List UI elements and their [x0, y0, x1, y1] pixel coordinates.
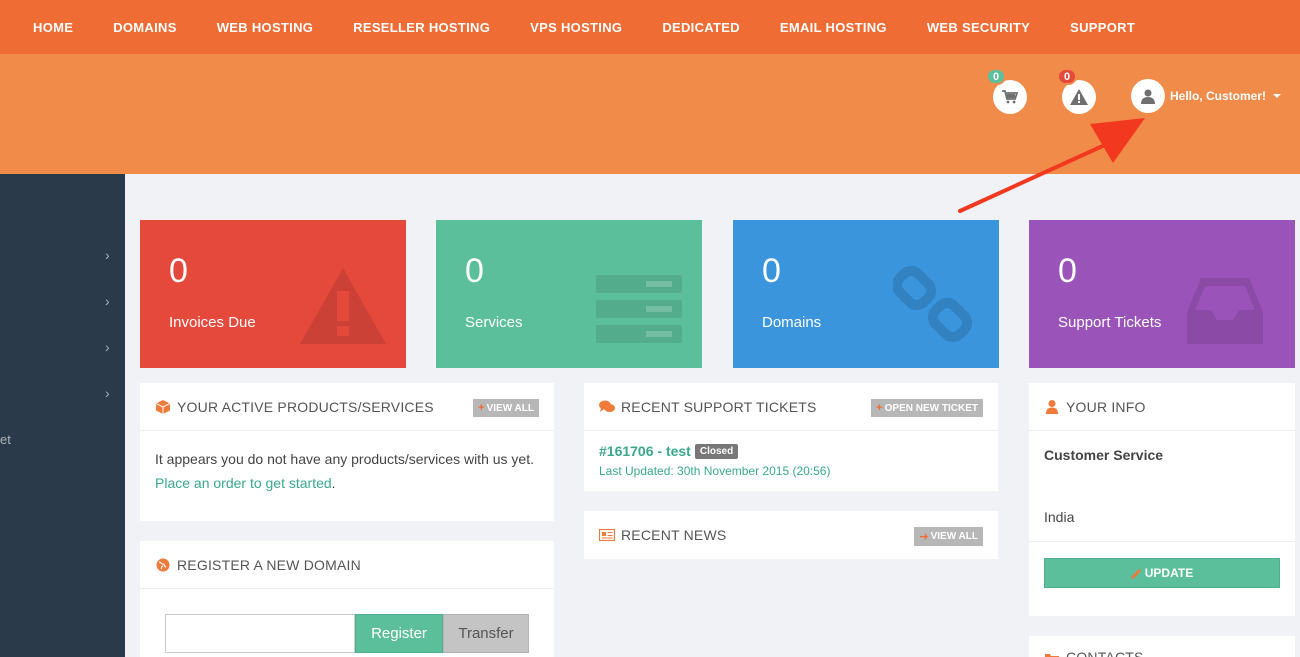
header-bar: 0 0 Hello, Customer! — [0, 54, 1300, 174]
cart-count-badge: 0 — [986, 68, 1007, 85]
newspaper-icon — [599, 529, 615, 541]
main-content: 0 Invoices Due 0 Services 0 Domains 0 Su… — [125, 174, 1300, 657]
tile-label: Domains — [762, 314, 822, 331]
transfer-button[interactable]: Transfer — [443, 614, 529, 653]
recent-news-panel: RECENT NEWS ➔ VIEW ALL — [584, 511, 998, 559]
tile-value: 0 — [762, 252, 781, 290]
nav-dedicated[interactable]: DEDICATED — [662, 20, 740, 35]
cube-icon — [155, 399, 171, 414]
button-label: VIEW ALL — [930, 531, 978, 542]
tile-value: 0 — [1058, 252, 1077, 290]
panel-title: CONTACTS — [1066, 649, 1144, 657]
panel-title: YOUR ACTIVE PRODUCTS/SERVICES — [177, 398, 434, 415]
inbox-icon — [1187, 278, 1263, 344]
tile-label: Support Tickets — [1058, 314, 1162, 331]
support-tickets-tile[interactable]: 0 Support Tickets — [1029, 220, 1295, 368]
domain-input[interactable] — [165, 614, 355, 653]
nav-reseller-hosting[interactable]: RESELLER HOSTING — [353, 20, 490, 35]
tile-label: Services — [465, 314, 523, 331]
nav-web-security[interactable]: WEB SECURITY — [927, 20, 1030, 35]
button-label: VIEW ALL — [486, 402, 534, 414]
ticket-last-updated: Last Updated: 30th November 2015 (20:56) — [599, 464, 831, 478]
ticket-link[interactable]: #161706 - test — [599, 443, 691, 459]
products-panel: YOUR ACTIVE PRODUCTS/SERVICES + VIEW ALL… — [140, 383, 554, 521]
nav-web-hosting[interactable]: WEB HOSTING — [217, 20, 313, 35]
panel-footer: UPDATE — [1029, 541, 1295, 604]
services-tile[interactable]: 0 Services — [436, 220, 702, 368]
panel-title: REGISTER A NEW DOMAIN — [177, 556, 361, 573]
register-button[interactable]: Register — [355, 614, 443, 653]
your-info-panel: YOUR INFO Customer Service India UPDATE — [1029, 383, 1295, 616]
open-new-ticket-button[interactable]: + OPEN NEW TICKET — [871, 399, 983, 417]
top-nav: HOME DOMAINS WEB HOSTING RESELLER HOSTIN… — [0, 0, 1300, 54]
tile-value: 0 — [169, 252, 188, 290]
status-badge: Closed — [694, 443, 739, 459]
register-domain-panel: REGISTER A NEW DOMAIN Register Transfer — [140, 541, 554, 657]
message-text: It appears you do not have any products/… — [155, 451, 534, 467]
panel-title: YOUR INFO — [1066, 398, 1146, 415]
nav-email-hosting[interactable]: EMAIL HOSTING — [780, 20, 887, 35]
panel-header: REGISTER A NEW DOMAIN — [140, 541, 554, 589]
alerts-count-badge: 0 — [1057, 68, 1078, 85]
nav-support[interactable]: SUPPORT — [1070, 20, 1135, 35]
plus-icon: + — [876, 402, 883, 414]
contacts-panel: CONTACTS — [1029, 636, 1295, 657]
message-suffix: . — [331, 475, 336, 491]
panel-header: YOUR INFO — [1029, 383, 1295, 431]
globe-icon — [155, 558, 171, 572]
button-label: OPEN NEW TICKET — [884, 402, 978, 414]
plus-icon: + — [478, 402, 485, 414]
pencil-icon — [1130, 568, 1141, 579]
nav-home[interactable]: HOME — [33, 20, 73, 35]
tile-label: Invoices Due — [169, 314, 256, 331]
update-button[interactable]: UPDATE — [1044, 558, 1280, 588]
folder-icon — [1044, 653, 1060, 657]
customer-country: India — [1044, 509, 1075, 525]
panel-title: RECENT SUPPORT TICKETS — [621, 398, 817, 415]
ticket-item: #161706 - test Closed Last Updated: 30th… — [584, 431, 998, 490]
arrow-right-icon: ➔ — [919, 531, 929, 543]
warning-icon — [1070, 89, 1088, 105]
cart-button[interactable] — [993, 80, 1027, 114]
link-icon — [893, 265, 973, 343]
button-label: UPDATE — [1144, 566, 1194, 580]
user-icon — [1044, 399, 1060, 414]
chevron-right-icon[interactable]: › — [105, 385, 110, 401]
place-order-link[interactable]: Place an order to get started — [155, 475, 332, 491]
user-greeting: Hello, Customer! — [1170, 89, 1267, 103]
nav-vps-hosting[interactable]: VPS HOSTING — [530, 20, 622, 35]
alerts-button[interactable] — [1062, 80, 1096, 114]
server-icon — [596, 275, 682, 343]
panel-title: RECENT NEWS — [621, 527, 727, 543]
empty-products-message: It appears you do not have any products/… — [140, 431, 554, 511]
support-tickets-panel: RECENT SUPPORT TICKETS + OPEN NEW TICKET… — [584, 383, 998, 491]
panel-header: CONTACTS — [1029, 636, 1295, 657]
comments-icon — [599, 400, 615, 413]
cart-icon — [1002, 90, 1018, 104]
sidebar: › › › › et — [0, 174, 125, 657]
chevron-down-icon — [1273, 94, 1282, 98]
chevron-right-icon[interactable]: › — [105, 339, 110, 355]
view-all-news-button[interactable]: ➔ VIEW ALL — [914, 527, 983, 546]
view-all-products-button[interactable]: + VIEW ALL — [473, 399, 539, 417]
avatar — [1131, 79, 1165, 113]
domain-search-form: Register Transfer — [165, 614, 529, 653]
user-menu[interactable]: Hello, Customer! — [1131, 79, 1282, 113]
domains-tile[interactable]: 0 Domains — [733, 220, 999, 368]
invoices-due-tile[interactable]: 0 Invoices Due — [140, 220, 406, 368]
panel-header: YOUR ACTIVE PRODUCTS/SERVICES + VIEW ALL — [140, 383, 554, 431]
panel-header: RECENT NEWS ➔ VIEW ALL — [584, 511, 998, 559]
user-icon — [1141, 89, 1155, 104]
customer-name: Customer Service — [1044, 447, 1164, 463]
chevron-right-icon[interactable]: › — [105, 293, 110, 309]
tile-value: 0 — [465, 252, 484, 290]
sidebar-item-label[interactable]: et — [0, 432, 11, 447]
chevron-right-icon[interactable]: › — [105, 247, 110, 263]
warning-icon — [300, 268, 386, 344]
nav-domains[interactable]: DOMAINS — [113, 20, 177, 35]
panel-header: RECENT SUPPORT TICKETS + OPEN NEW TICKET — [584, 383, 998, 431]
